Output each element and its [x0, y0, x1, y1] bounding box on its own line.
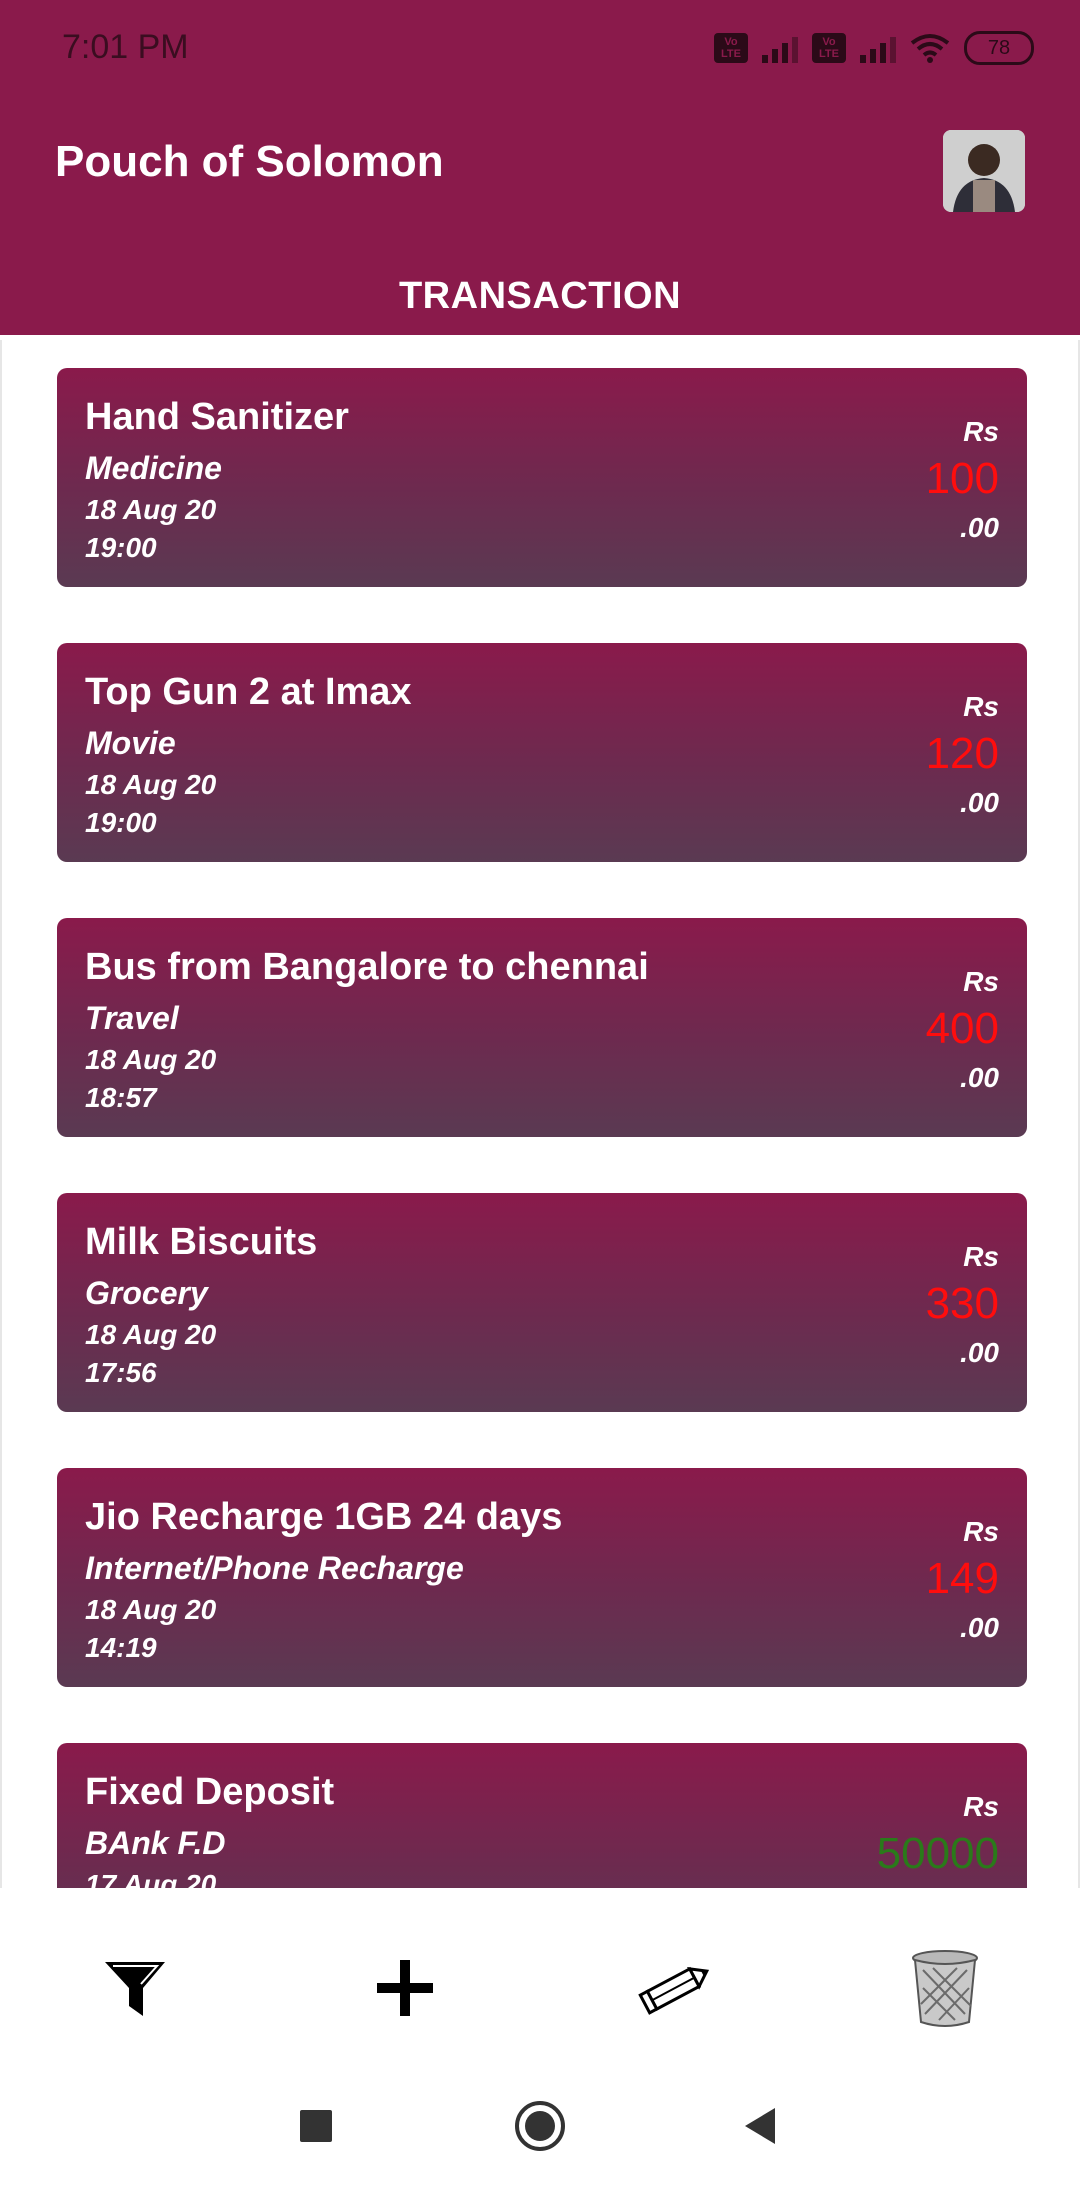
delete-button[interactable]	[905, 1948, 985, 2028]
transaction-card[interactable]: Hand Sanitizer Medicine 18 Aug 20 19:00 …	[57, 368, 1027, 587]
transaction-category: Medicine	[85, 450, 222, 486]
volte-icon: Vo LTE	[812, 33, 846, 63]
transaction-category: Grocery	[85, 1275, 208, 1311]
circle-icon	[515, 2101, 565, 2151]
trash-icon	[912, 1950, 978, 2027]
add-button[interactable]	[365, 1948, 445, 2028]
transaction-list[interactable]: Hand Sanitizer Medicine 18 Aug 20 19:00 …	[0, 340, 1080, 1888]
transaction-card[interactable]: Jio Recharge 1GB 24 days Internet/Phone …	[57, 1468, 1027, 1687]
transaction-category: Internet/Phone Recharge	[85, 1550, 464, 1586]
transaction-currency: Rs	[963, 691, 999, 722]
avatar-image	[943, 130, 1025, 212]
transaction-title: Top Gun 2 at Imax	[85, 671, 412, 713]
transaction-amount: 149	[925, 1554, 999, 1603]
transaction-amount: 50000	[876, 1829, 999, 1878]
transaction-currency: Rs	[963, 1516, 999, 1547]
transaction-decimals: .00	[960, 1337, 999, 1368]
home-button[interactable]	[510, 2096, 570, 2156]
transaction-category: BAnk F.D	[85, 1825, 226, 1861]
app-bar: Pouch of Solomon TRANSACTION	[0, 95, 1080, 335]
recents-button[interactable]	[286, 2096, 346, 2156]
transaction-title: Hand Sanitizer	[85, 396, 349, 438]
tab-transaction[interactable]: TRANSACTION	[0, 275, 1080, 318]
transaction-category: Movie	[85, 725, 176, 761]
transaction-amount: 400	[925, 1004, 999, 1053]
transaction-card[interactable]: Top Gun 2 at Imax Movie 18 Aug 20 19:00 …	[57, 643, 1027, 862]
transaction-time: 19:00	[85, 807, 157, 838]
back-button[interactable]	[730, 2096, 790, 2156]
transaction-decimals: .00	[960, 1612, 999, 1643]
transaction-decimals: .00	[960, 1062, 999, 1093]
transaction-currency: Rs	[963, 416, 999, 447]
app-screen: 7:01 PM Vo LTE Vo LTE 78 Pouch of Solomo…	[0, 0, 1080, 2190]
transaction-decimals: .00	[960, 512, 999, 543]
transaction-date: 18 Aug 20	[85, 1319, 217, 1350]
transaction-time: 17:56	[85, 1357, 157, 1388]
system-nav-bar	[0, 2078, 1080, 2190]
transaction-title: Jio Recharge 1GB 24 days	[85, 1496, 563, 1538]
signal-icon	[762, 33, 798, 63]
transaction-decimals: .00	[960, 787, 999, 818]
transaction-date: 18 Aug 20	[85, 1594, 217, 1625]
wifi-icon	[910, 34, 950, 63]
status-bar: 7:01 PM Vo LTE Vo LTE 78	[0, 0, 1080, 95]
transaction-time: 14:19	[85, 1632, 157, 1663]
filter-button[interactable]	[95, 1948, 175, 2028]
transaction-time: 18:57	[85, 1082, 157, 1113]
volte-icon: Vo LTE	[714, 33, 748, 63]
transaction-category: Travel	[85, 1000, 179, 1036]
transaction-currency: Rs	[963, 1791, 999, 1822]
battery-icon: 78	[964, 31, 1034, 65]
transaction-card[interactable]: Fixed Deposit BAnk F.D 17 Aug 20 Rs 5000…	[57, 1743, 1027, 1888]
filter-icon	[105, 1962, 165, 2016]
transaction-date: 18 Aug 20	[85, 494, 217, 525]
triangle-icon	[745, 2108, 775, 2144]
edit-button[interactable]	[635, 1948, 715, 2028]
square-icon	[300, 2110, 332, 2142]
transaction-currency: Rs	[963, 1241, 999, 1272]
transaction-title: Fixed Deposit	[85, 1771, 335, 1813]
bottom-toolbar	[0, 1888, 1080, 2078]
transaction-title: Milk Biscuits	[85, 1221, 318, 1263]
status-time: 7:01 PM	[62, 28, 189, 66]
transaction-date: 17 Aug 20	[85, 1869, 217, 1888]
transaction-card[interactable]: Bus from Bangalore to chennai Travel 18 …	[57, 918, 1027, 1137]
transaction-date: 18 Aug 20	[85, 1044, 217, 1075]
status-icons: Vo LTE Vo LTE 78	[714, 30, 1034, 66]
transaction-title: Bus from Bangalore to chennai	[85, 946, 649, 988]
signal-icon	[860, 33, 896, 63]
transaction-currency: Rs	[963, 966, 999, 997]
transaction-amount: 120	[925, 729, 999, 778]
transaction-card[interactable]: Milk Biscuits Grocery 18 Aug 20 17:56 Rs…	[57, 1193, 1027, 1412]
plus-icon	[377, 1960, 433, 2016]
pencil-icon	[638, 1966, 710, 2015]
transaction-time: 19:00	[85, 532, 157, 563]
transaction-amount: 100	[925, 454, 999, 503]
app-title: Pouch of Solomon	[55, 137, 444, 186]
transaction-date: 18 Aug 20	[85, 769, 217, 800]
transaction-amount: 330	[925, 1279, 999, 1328]
avatar[interactable]	[943, 130, 1025, 212]
